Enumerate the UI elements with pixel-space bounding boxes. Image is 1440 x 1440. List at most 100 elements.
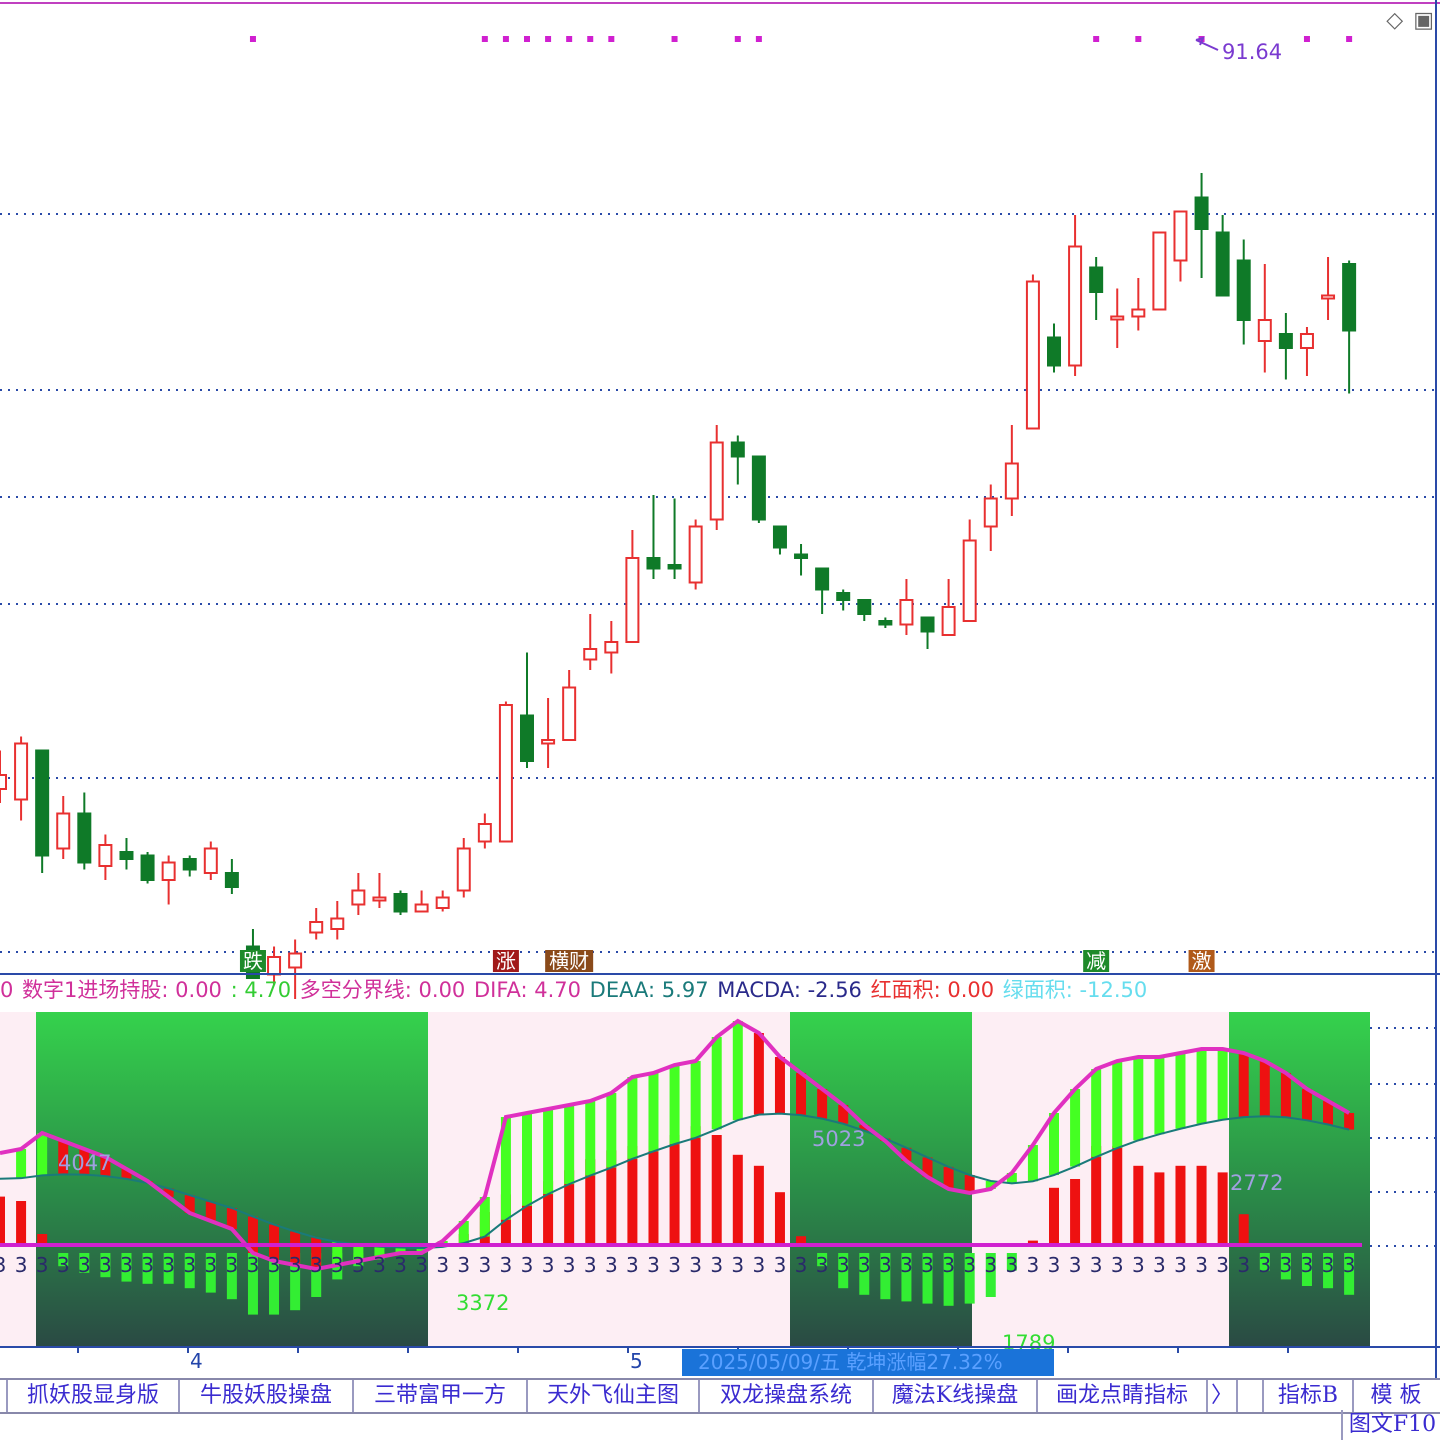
digit-mark: 3 <box>816 1253 829 1277</box>
macd-bar <box>16 1201 27 1245</box>
digit-mark: 3 <box>1027 1253 1040 1277</box>
macd-band <box>1301 1089 1312 1121</box>
macd-band <box>690 1061 701 1138</box>
digit-mark: 3 <box>1195 1253 1208 1277</box>
indicator-value: 0 <box>0 978 21 1002</box>
macd-value-label: 2772 <box>1230 1171 1283 1195</box>
macd-band <box>606 1093 617 1168</box>
macd-band <box>1238 1053 1249 1118</box>
digit-mark: 3 <box>120 1253 133 1277</box>
signal-dot <box>608 36 615 42</box>
signal-dot <box>1093 36 1100 42</box>
macd-band <box>37 1133 48 1176</box>
digit-mark: 3 <box>1048 1253 1061 1277</box>
digit-mark: 3 <box>99 1253 112 1277</box>
signal-marker: 横财 <box>545 949 594 973</box>
signal-dot <box>481 36 488 42</box>
tab-zhibiao-b[interactable]: 指标B <box>1264 1380 1354 1412</box>
peak-price-label: 91.64 <box>1222 40 1282 64</box>
digit-mark: 3 <box>204 1253 217 1277</box>
macd-bar <box>1049 1187 1059 1245</box>
window-icon[interactable]: ▣ <box>1413 8 1434 33</box>
tab-sandai[interactable]: 三带富甲一方 <box>354 1380 528 1412</box>
digit-mark: 3 <box>373 1253 386 1277</box>
digit-mark: 3 <box>500 1253 513 1277</box>
macd-band <box>1217 1049 1228 1120</box>
digit-mark: 3 <box>942 1253 955 1277</box>
tab-niugu[interactable]: 牛股妖股操盘 <box>180 1380 354 1412</box>
digit-mark: 3 <box>710 1253 723 1277</box>
macd-band <box>16 1149 27 1179</box>
indicator-value: 数字1进场持股: 0.00 <box>22 978 229 1002</box>
signal-dot <box>1303 36 1310 42</box>
digit-mark: 3 <box>605 1253 618 1277</box>
macd-bar <box>1196 1165 1207 1245</box>
macd-band <box>1196 1049 1207 1124</box>
stock-chart[interactable]: 91.64 跌涨横财减激 333333333333333333333333333… <box>0 0 1440 1440</box>
corner-tools: ◇ ▣ <box>1376 8 1434 33</box>
macd-band <box>669 1065 680 1145</box>
indicator-value: : 4.70 <box>230 978 298 1002</box>
candle <box>35 749 50 873</box>
signal-dot <box>502 36 509 42</box>
macd-bar <box>732 1154 743 1245</box>
signal-marker-label: 激 <box>1192 949 1212 973</box>
macd-band <box>627 1077 638 1159</box>
digit-mark: 3 <box>162 1253 175 1277</box>
digit-mark: 3 <box>226 1253 239 1277</box>
tab-mofa[interactable]: 魔法K线操盘 <box>874 1380 1038 1412</box>
macd-band <box>1112 1061 1123 1149</box>
diamond-icon[interactable]: ◇ <box>1386 8 1403 33</box>
signal-dot <box>566 36 573 42</box>
tab-gap <box>1238 1380 1264 1412</box>
macd-band <box>648 1073 659 1152</box>
f10-button[interactable]: 图文F10 <box>1341 1410 1440 1440</box>
digit-mark: 3 <box>521 1253 534 1277</box>
tab-tianwai[interactable]: 天外飞仙主图 <box>528 1380 700 1412</box>
macd-band <box>774 1057 785 1114</box>
macd-bar <box>1070 1179 1081 1245</box>
macd-band <box>1280 1073 1291 1118</box>
signal-marker-label: 减 <box>1086 949 1106 973</box>
tab-shuanglong[interactable]: 双龙操盘系统 <box>700 1380 874 1412</box>
digit-mark: 3 <box>15 1253 28 1277</box>
digit-mark: 3 <box>1111 1253 1124 1277</box>
digit-mark: 3 <box>457 1253 470 1277</box>
candle <box>751 455 766 523</box>
candle <box>688 519 703 590</box>
signal-dot <box>734 36 741 42</box>
macd-band <box>1049 1113 1059 1176</box>
tab-scroll-right[interactable]: 〉 <box>1208 1380 1238 1412</box>
signal-dot <box>587 36 594 42</box>
digit-mark: 3 <box>963 1253 976 1277</box>
digit-mark: 3 <box>310 1253 323 1277</box>
digit-mark: 3 <box>626 1253 639 1277</box>
tab-zhuayaogu[interactable]: 抓妖股显身版 <box>8 1380 180 1412</box>
macd-band <box>1259 1061 1270 1117</box>
tab-moban[interactable]: 模 板 <box>1354 1380 1438 1412</box>
digit-mark: 3 <box>415 1253 428 1277</box>
date-status-label: 2025/05/09/五 乾坤涨幅27.32% <box>682 1349 1054 1376</box>
signal-dot <box>671 36 678 42</box>
digit-mark: 3 <box>1153 1253 1166 1277</box>
candle <box>393 890 408 915</box>
macd-value-label: 4047 <box>58 1151 111 1175</box>
digit-mark: 3 <box>78 1253 91 1277</box>
tab-hualong[interactable]: 画龙点睛指标 <box>1038 1380 1208 1412</box>
digit-mark: 3 <box>1280 1253 1293 1277</box>
signal-marker-label: 横财 <box>549 949 589 973</box>
candle <box>1152 231 1167 311</box>
digit-mark: 3 <box>984 1253 997 1277</box>
candle <box>140 852 155 884</box>
indicator-values-bar: 0 数字1进场持股: 0.00 : 4.70 多空分界线: 0.00 DIFA:… <box>0 976 1440 1004</box>
digit-mark: 3 <box>352 1253 365 1277</box>
macd-band <box>564 1105 575 1185</box>
macd-band <box>1175 1053 1186 1129</box>
digit-mark: 3 <box>731 1253 744 1277</box>
macd-band <box>543 1109 554 1195</box>
macd-band <box>1133 1057 1144 1141</box>
macd-band <box>732 1021 743 1121</box>
signal-dot <box>249 36 256 42</box>
candle <box>1025 274 1040 430</box>
digit-mark: 3 <box>394 1253 407 1277</box>
